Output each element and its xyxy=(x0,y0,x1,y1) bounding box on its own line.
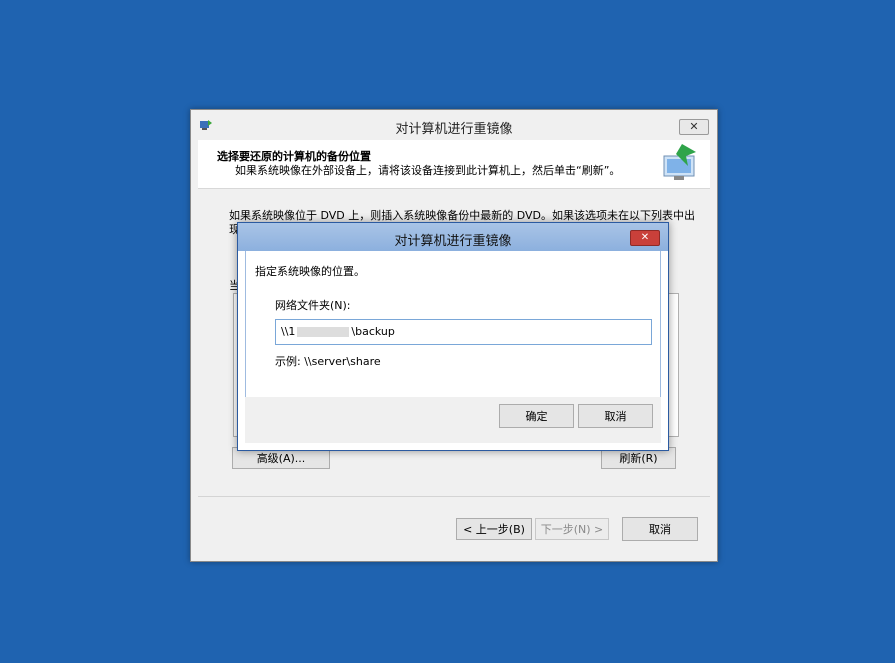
network-folder-value-suffix: \backup xyxy=(351,325,395,338)
cancel-button[interactable]: 取消 xyxy=(622,517,698,541)
dialog-footer: 确定 取消 xyxy=(245,397,661,443)
dialog-title: 对计算机进行重镜像 xyxy=(394,234,512,249)
path-example: 示例: \\server\share xyxy=(275,355,381,368)
dialog-close-button[interactable]: ✕ xyxy=(630,230,660,246)
dialog-cancel-button[interactable]: 取消 xyxy=(578,404,653,428)
dialog-instruction: 指定系统映像的位置。 xyxy=(255,265,365,278)
wizard-header-subtitle: 如果系统映像在外部设备上，请将该设备连接到此计算机上，然后单击“刷新”。 xyxy=(235,164,621,177)
main-window-close-button[interactable]: ✕ xyxy=(679,119,709,135)
next-button[interactable]: 下一步(N) > xyxy=(535,518,609,540)
instruction-text: 如果系统映像位于 DVD 上，则插入系统映像备份中最新的 DVD。如果该选项未在… xyxy=(229,209,696,222)
redacted-text xyxy=(297,327,350,337)
main-window-title: 对计算机进行重镜像 xyxy=(395,122,513,137)
footer-separator xyxy=(198,496,710,497)
network-folder-label: 网络文件夹(N): xyxy=(275,299,351,312)
network-folder-input[interactable]: \\1 \backup xyxy=(275,319,652,345)
wizard-header: 选择要还原的计算机的备份位置 如果系统映像在外部设备上，请将该设备连接到此计算机… xyxy=(198,140,710,189)
main-window-titlebar[interactable]: 对计算机进行重镜像 ✕ xyxy=(191,110,717,140)
back-button[interactable]: < 上一步(B) xyxy=(456,518,532,540)
computer-restore-icon xyxy=(663,144,696,180)
dialog-ok-button[interactable]: 确定 xyxy=(499,404,574,428)
dialog-titlebar[interactable]: 对计算机进行重镜像 ✕ xyxy=(238,223,668,251)
network-folder-value-prefix: \\1 xyxy=(281,325,296,338)
network-folder-dialog: 对计算机进行重镜像 ✕ 指定系统映像的位置。 网络文件夹(N): \\1 \bac… xyxy=(237,222,669,451)
